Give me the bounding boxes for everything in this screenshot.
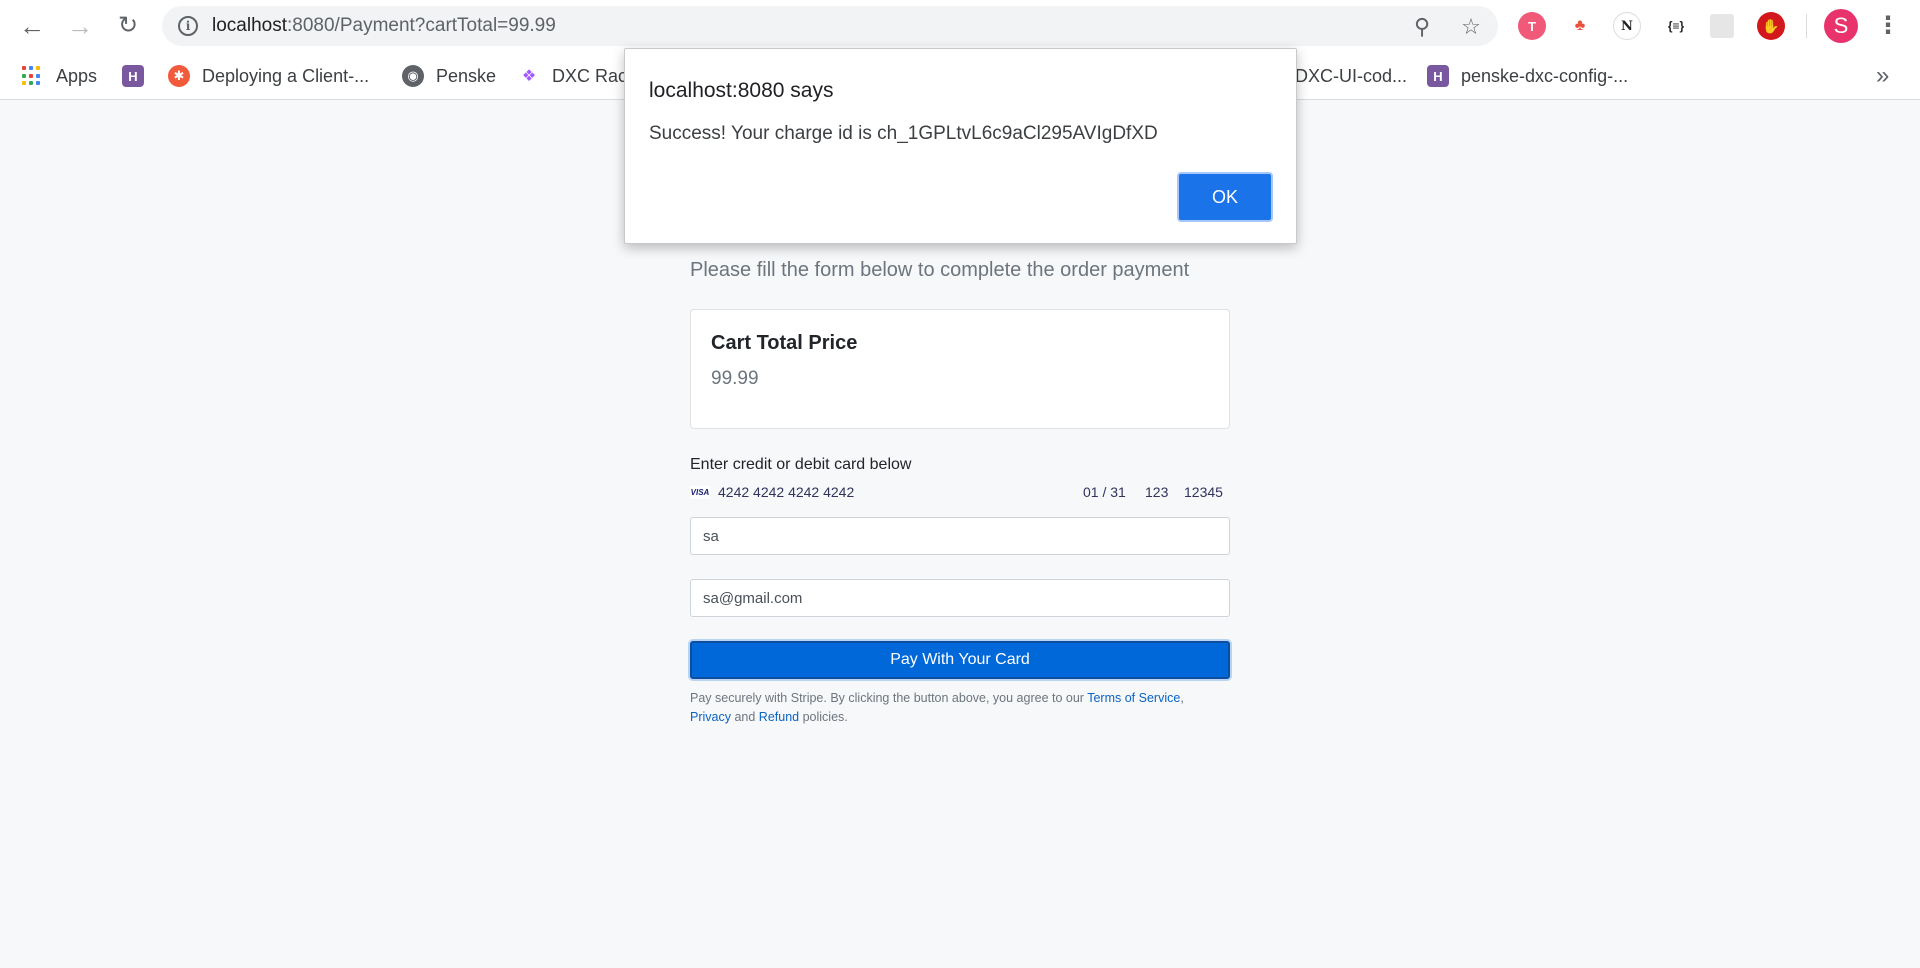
card-expiry-input[interactable]: 01 / 31 [1083, 484, 1126, 500]
extension-hierarchy-icon[interactable]: ♣ [1566, 12, 1594, 40]
cart-total-title: Cart Total Price [711, 332, 858, 354]
legal-prefix: Pay securely with Stripe. By clicking th… [690, 691, 1088, 705]
bookmarks-overflow-icon[interactable]: » [1876, 62, 1889, 90]
legal-and: and [730, 710, 759, 724]
pay-with-card-button[interactable]: Pay With Your Card [690, 641, 1230, 679]
url-host: localhost [212, 15, 287, 36]
bookmark-apps[interactable]: Apps [22, 62, 97, 90]
browser-toolbar: ← → ↻ i localhost:8080/Payment?cartTotal… [0, 0, 1920, 52]
name-input[interactable]: sa [690, 517, 1230, 555]
dialog-message: Success! Your charge id is ch_1GPLtvL6c9… [649, 123, 1158, 144]
extension-t-icon[interactable]: T [1518, 12, 1546, 40]
heroku-icon: H [122, 65, 144, 87]
bookmark-apps-label: Apps [56, 65, 98, 86]
card-cvc-input[interactable]: 123 [1145, 484, 1168, 500]
privacy-link[interactable]: Privacy [690, 710, 731, 724]
legal-suffix: policies. [799, 710, 848, 724]
url-path: :8080/Payment?cartTotal=99.99 [287, 15, 556, 36]
terms-of-service-link[interactable]: Terms of Service [1087, 691, 1180, 705]
dialog-title: localhost:8080 says [649, 79, 834, 102]
dialog-ok-button[interactable]: OK [1177, 172, 1273, 222]
card-zip-input[interactable]: 12345 [1184, 484, 1223, 500]
bookmark-label: DXC-UI-cod... [1295, 65, 1408, 86]
bookmark-deploying-client[interactable]: ✱ Deploying a Client-... [168, 62, 369, 90]
extension-n-icon[interactable]: N [1613, 12, 1641, 40]
bookmark-label: penske-dxc-config-... [1461, 65, 1629, 86]
address-bar[interactable]: i localhost:8080/Payment?cartTotal=99.99… [162, 6, 1498, 46]
stripe-card-element[interactable]: VISA 4242 4242 4242 4242 01 / 31 123 123… [690, 482, 1230, 504]
heroku-icon: H [1427, 65, 1449, 87]
extension-grey-icon[interactable] [1710, 14, 1734, 38]
address-bar-url[interactable]: localhost:8080/Payment?cartTotal=99.99 [212, 15, 556, 37]
visa-card-icon: VISA [690, 486, 710, 499]
bookmark-star-icon[interactable]: ☆ [1459, 15, 1483, 39]
bookmark-dxc-ui-code[interactable]: DXC-UI-cod... [1295, 62, 1407, 90]
legal-text: Pay securely with Stripe. By clicking th… [690, 689, 1250, 727]
alert-dialog: localhost:8080 says Success! Your charge… [624, 48, 1297, 244]
asterisk-icon: ✱ [168, 65, 190, 87]
bookmark-dxc-racing[interactable]: ❖ DXC Raci [518, 62, 631, 90]
zoom-icon[interactable]: ⚲ [1410, 15, 1434, 39]
browser-menu-icon[interactable]: ⋮ [1876, 12, 1900, 40]
extension-json-icon[interactable]: {≡} [1662, 12, 1690, 40]
bookmark-label: DXC Raci [552, 65, 632, 86]
page-subtitle: Please fill the form below to complete t… [690, 259, 1190, 281]
extension-stop-icon[interactable]: ✋ [1757, 12, 1785, 40]
card-element-label: Enter credit or debit card below [690, 456, 912, 473]
card-number-input[interactable]: 4242 4242 4242 4242 [718, 484, 854, 500]
bookmark-penske-dxc-config[interactable]: H penske-dxc-config-... [1427, 62, 1628, 90]
bookmark-label: Deploying a Client-... [202, 65, 370, 86]
figma-icon: ❖ [518, 65, 540, 87]
forward-arrow-icon[interactable]: → [64, 10, 96, 42]
email-input[interactable]: sa@gmail.com [690, 579, 1230, 617]
bookmark-penske[interactable]: ◉ Penske [402, 62, 496, 90]
cart-total-value: 99.99 [711, 368, 759, 389]
globe-icon: ◉ [402, 65, 424, 87]
reload-icon[interactable]: ↻ [112, 10, 144, 42]
legal-comma: , [1180, 691, 1184, 705]
cart-total-card: Cart Total Price 99.99 [690, 309, 1230, 429]
apps-grid-icon [22, 66, 42, 86]
back-arrow-icon[interactable]: ← [16, 10, 48, 42]
bookmark-label: Penske [436, 65, 497, 86]
toolbar-separator [1806, 14, 1807, 38]
bookmark-heroku-icon-button[interactable]: H [122, 62, 144, 90]
site-info-icon[interactable]: i [178, 16, 198, 36]
refund-link[interactable]: Refund [759, 710, 799, 724]
profile-avatar[interactable]: S [1824, 9, 1858, 43]
